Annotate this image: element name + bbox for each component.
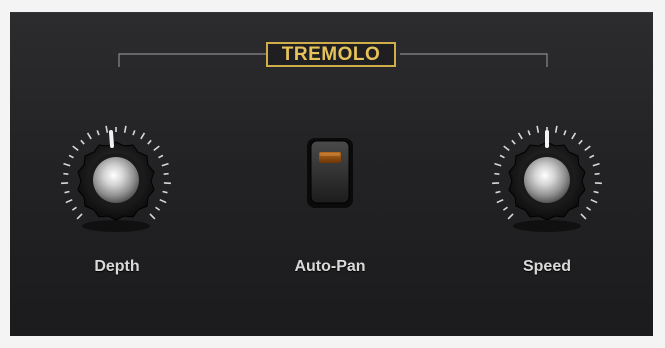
knob-scale-tick	[140, 132, 146, 140]
knob-scale-tick	[527, 130, 531, 136]
knob-scale-tick	[511, 139, 516, 145]
knob-scale-tick	[162, 190, 168, 194]
knob-scale-tick	[503, 145, 510, 152]
knob-scale-tick	[123, 125, 127, 133]
knob-scale-tick	[76, 213, 83, 220]
knob-scale-tick	[96, 130, 100, 136]
knob-scale-tick	[163, 172, 169, 176]
toggle-switch-icon	[307, 138, 353, 208]
knob-scale-tick	[158, 154, 164, 159]
knob-scale-tick	[580, 213, 587, 220]
knob-scale-tick	[153, 145, 160, 152]
knob-scale-tick	[499, 154, 505, 159]
knob-scale-tick	[64, 190, 70, 194]
knob-scale-tick	[502, 206, 508, 211]
knob-scale-tick	[65, 198, 73, 204]
knob-scale-tick	[586, 206, 592, 211]
knob-scale-tick	[132, 130, 136, 136]
knob-scale-tick	[63, 172, 69, 176]
knob-scale-tick	[68, 154, 74, 159]
knob-scale-tick	[589, 154, 595, 159]
knob-scale-tick	[592, 162, 600, 167]
knob-scale-tick	[536, 125, 540, 133]
knob-scale-tick	[86, 132, 92, 140]
knob-scale-tick	[578, 139, 583, 145]
knob-scale-tick	[593, 190, 599, 194]
speed-knob[interactable]	[486, 120, 610, 240]
knob-scale-tick	[517, 132, 523, 140]
rotary-knob-icon	[61, 125, 171, 232]
knob-scale-tick	[159, 198, 167, 204]
rotary-knob-icon	[492, 125, 602, 232]
depth-knob[interactable]	[55, 120, 179, 240]
knob-scale-tick	[494, 162, 502, 167]
knob-scale-tick	[554, 125, 558, 133]
knob-scale-tick	[590, 198, 598, 204]
knob-scale-tick	[72, 145, 79, 152]
knob-scale-tick	[594, 172, 600, 176]
knob-scale-tick	[563, 130, 567, 136]
knob-scale-tick	[71, 206, 77, 211]
knob-scale-tick	[507, 213, 514, 220]
knob-scale-tick	[80, 139, 85, 145]
knob-scale-tick	[496, 198, 504, 204]
knob-scale-tick	[584, 145, 591, 152]
knob-scale-tick	[161, 162, 169, 167]
section-title: TREMOLO	[266, 42, 396, 67]
knob-scale-tick	[105, 125, 109, 133]
knob-scale-tick	[495, 190, 501, 194]
knob-scale-tick	[494, 172, 500, 176]
knob-scale-tick	[147, 139, 152, 145]
knob-scale-tick	[149, 213, 156, 220]
depth-label: Depth	[94, 258, 140, 275]
knob-scale-tick	[155, 206, 161, 211]
knob-scale-tick	[571, 132, 577, 140]
speed-label: Speed	[522, 258, 571, 275]
auto-pan-toggle[interactable]	[306, 137, 354, 209]
auto-pan-label: Auto-Pan	[294, 258, 366, 275]
knob-scale-tick	[63, 162, 71, 167]
